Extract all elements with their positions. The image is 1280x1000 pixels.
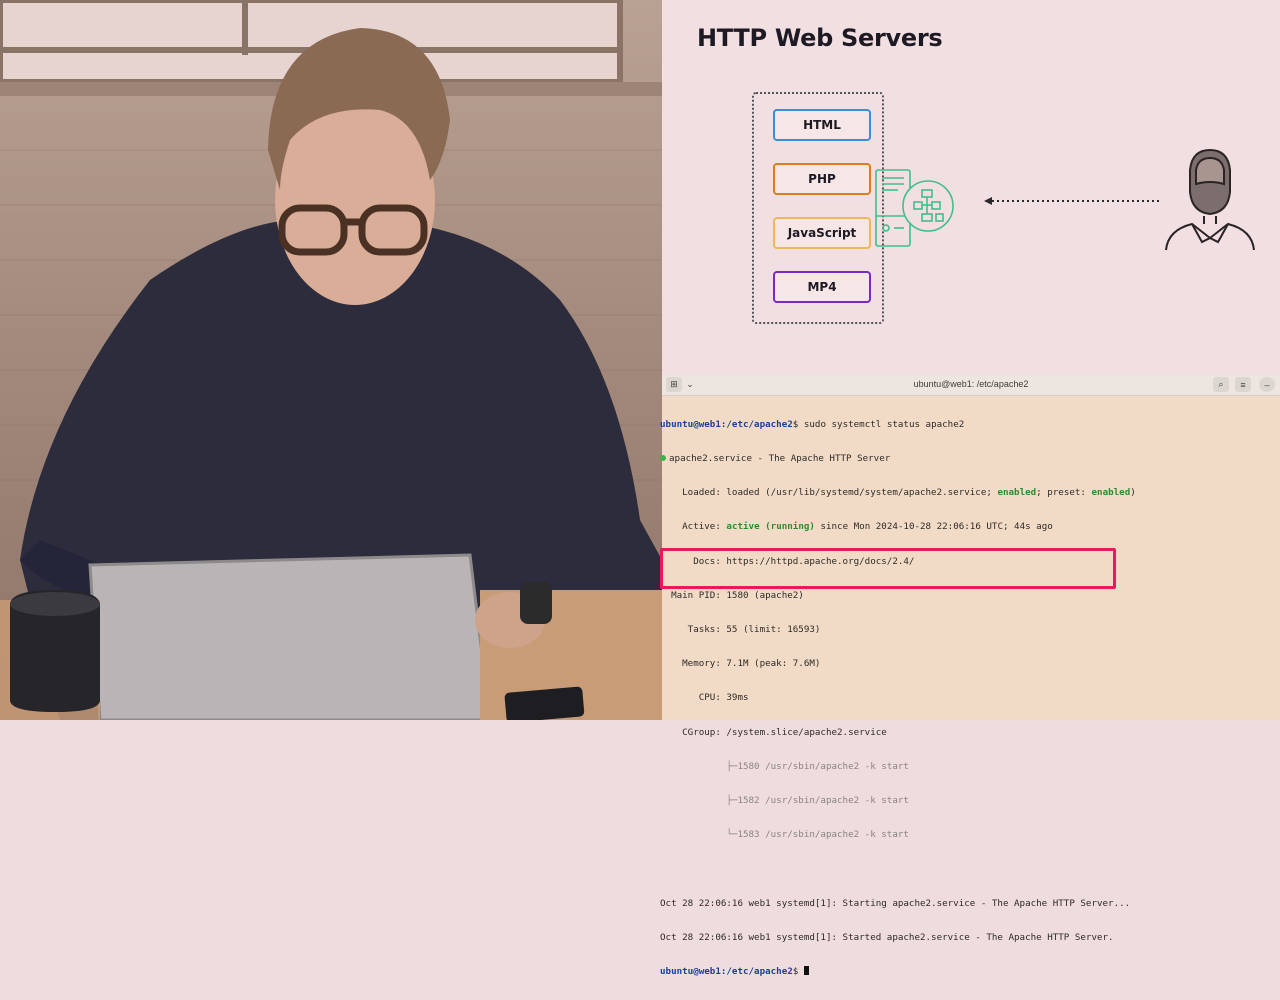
presenter-photo (0, 0, 662, 720)
process-line: ├─1582 /usr/sbin/apache2 -k start (660, 795, 909, 807)
file-php: PHP (773, 163, 871, 195)
menu-icon[interactable]: ≡ (1235, 377, 1251, 392)
memory-line: Memory: 7.1M (peak: 7.6M) (660, 658, 821, 670)
presenter-illustration (0, 0, 662, 720)
file-javascript: JavaScript (773, 217, 871, 249)
log-line: Oct 28 22:06:16 web1 systemd[1]: Started… (660, 931, 1114, 943)
user-avatar-icon (1165, 148, 1255, 251)
service-line: apache2.service - The Apache HTTP Server (660, 453, 1280, 464)
main-pid-line: Main PID: 1580 (apache2) (660, 589, 804, 601)
web-content-group: HTML PHP JavaScript MP4 (752, 92, 884, 324)
file-html: HTML (773, 109, 871, 141)
loaded-line: Loaded: loaded (/usr/lib/systemd/system/… (660, 487, 1136, 499)
process-line: ├─1580 /usr/sbin/apache2 -k start (660, 760, 909, 772)
minimize-icon[interactable]: – (1259, 377, 1275, 392)
status-dot-icon (660, 455, 666, 462)
final-prompt-line: ubuntu@web1:/etc/apache2$ (660, 966, 1280, 977)
slide-title: HTTP Web Servers (697, 24, 943, 52)
search-icon[interactable]: ⌕ (1213, 377, 1229, 392)
tasks-line: Tasks: 55 (limit: 16593) (660, 624, 821, 636)
log-highlight-box (660, 548, 1116, 589)
terminal-titlebar[interactable]: ⊞ ⌄ ubuntu@web1: /etc/apache2 ⌕ ≡ – (662, 375, 1280, 396)
slide: HTTP Web Servers HTML PHP JavaScript MP4 (662, 0, 1280, 376)
log-line: Oct 28 22:06:16 web1 systemd[1]: Startin… (660, 897, 1131, 909)
terminal-window[interactable]: ⊞ ⌄ ubuntu@web1: /etc/apache2 ⌕ ≡ – ubun… (660, 375, 1280, 977)
process-line: └─1583 /usr/sbin/apache2 -k start (660, 829, 909, 841)
cpu-line: CPU: 39ms (660, 692, 749, 704)
web-server-icon (875, 169, 954, 247)
cgroup-line: CGroup: /system.slice/apache2.service (660, 726, 887, 738)
command-line: ubuntu@web1:/etc/apache2$ sudo systemctl… (660, 418, 965, 430)
terminal-title: ubuntu@web1: /etc/apache2 (913, 379, 1029, 389)
terminal-output[interactable]: ubuntu@web1:/etc/apache2$ sudo systemctl… (660, 396, 1280, 1000)
text-cursor (803, 966, 809, 976)
file-mp4: MP4 (773, 271, 871, 303)
active-line: Active: active (running) since Mon 2024-… (660, 521, 1053, 533)
request-arrow (984, 197, 1160, 205)
